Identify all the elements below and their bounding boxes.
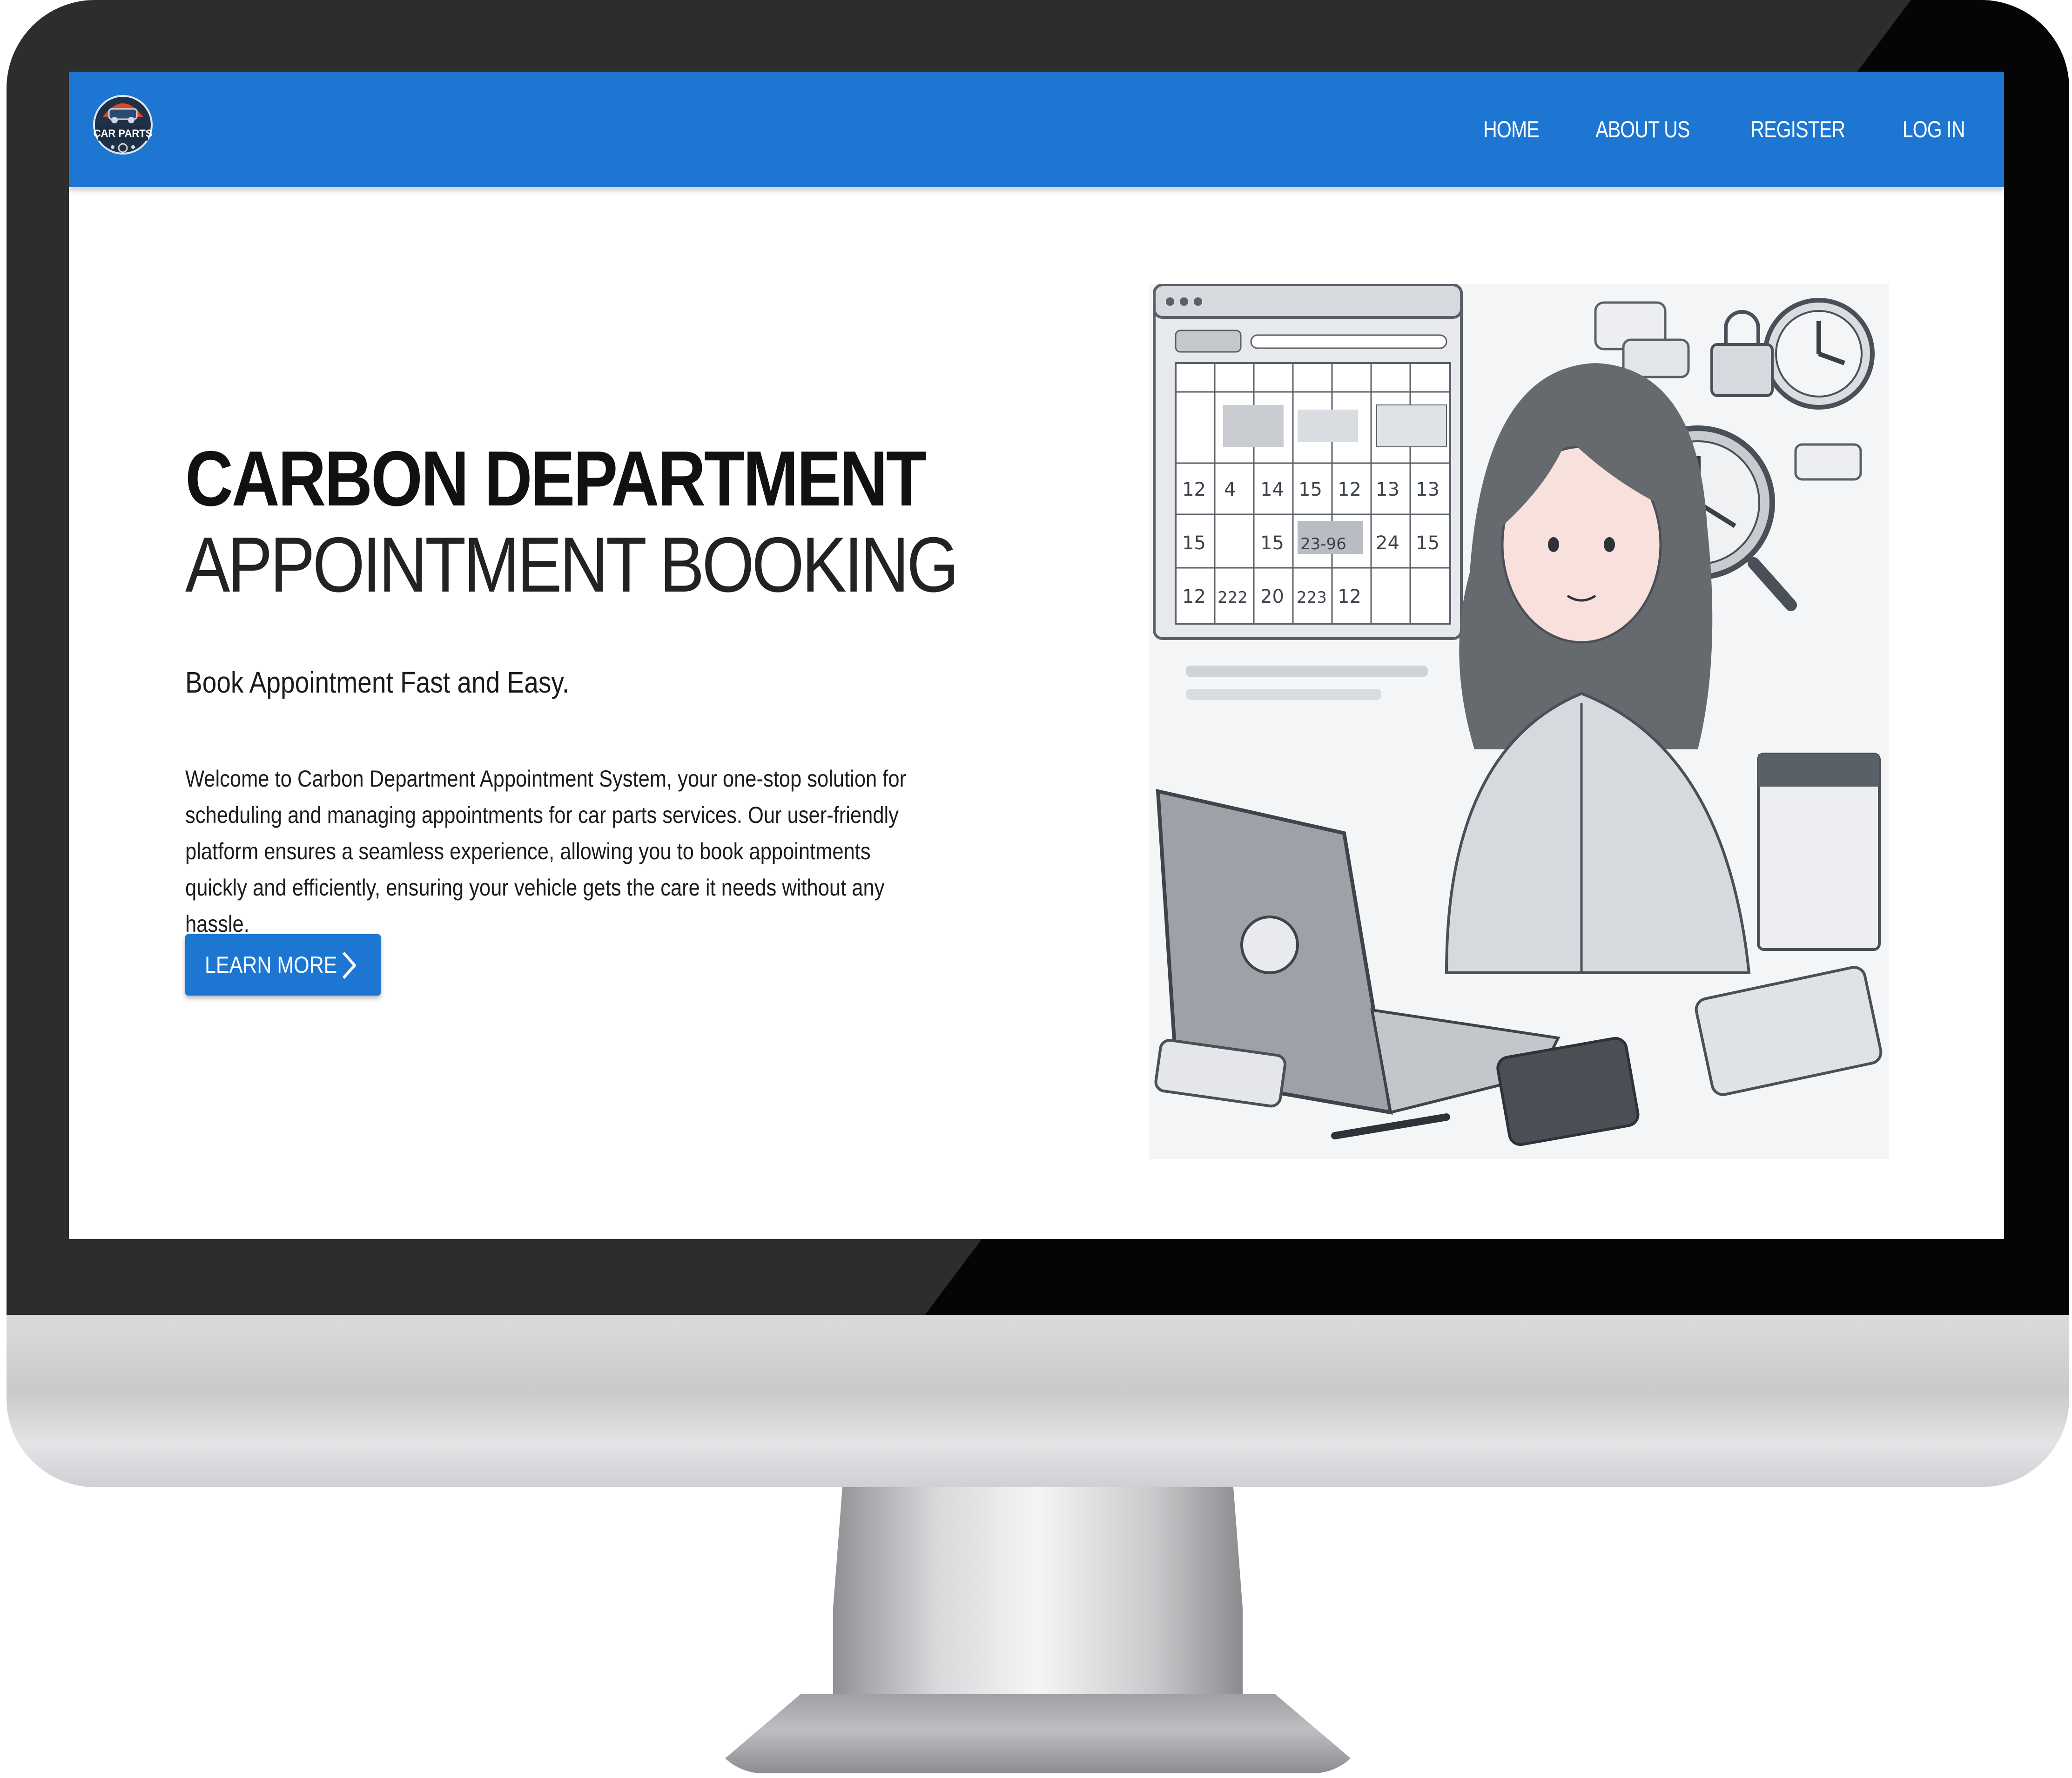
nav-register[interactable]: REGISTER bbox=[1750, 116, 1845, 143]
monitor-stand-neck bbox=[833, 1487, 1243, 1729]
hero-title-line1: CARBON DEPARTMENT bbox=[185, 435, 927, 522]
cal-cell: 14 bbox=[1260, 479, 1284, 500]
cal-cell: 15 bbox=[1298, 479, 1322, 500]
calendar-window-illustration: 12 4 14 15 12 13 13 15 15 23-96 24 15 12… bbox=[1153, 283, 1463, 700]
cal-cell: 23-96 bbox=[1300, 535, 1346, 553]
cal-cell: 12 bbox=[1338, 479, 1361, 500]
cal-cell: 15 bbox=[1260, 532, 1284, 554]
cal-cell: 15 bbox=[1182, 532, 1206, 554]
cal-cell: 12 bbox=[1338, 586, 1361, 607]
logo-text: CAR PARTS bbox=[94, 128, 153, 139]
cal-cell: 13 bbox=[1376, 479, 1399, 500]
cal-cell: 12 bbox=[1182, 479, 1206, 500]
screen: CAR PARTS HOME ABOUT US REGISTER LOG IN … bbox=[69, 72, 2004, 1239]
learn-more-button[interactable]: LEARN MORE bbox=[185, 934, 381, 996]
cal-cell: 15 bbox=[1416, 532, 1440, 554]
chevron-right-icon bbox=[342, 952, 356, 979]
cal-cell: 24 bbox=[1376, 532, 1399, 554]
desk-calendar-illustration bbox=[1757, 753, 1881, 951]
cal-cell: 13 bbox=[1416, 479, 1440, 500]
clock-icon bbox=[1763, 298, 1875, 410]
monitor-chin bbox=[7, 1315, 2069, 1487]
nav-links: HOME ABOUT US REGISTER LOG IN bbox=[1477, 72, 1971, 187]
hero-tagline: Book Appointment Fast and Easy. bbox=[185, 666, 570, 699]
cal-cell: 222 bbox=[1218, 588, 1248, 607]
cal-cell: 223 bbox=[1297, 588, 1327, 607]
car-parts-logo[interactable]: CAR PARTS bbox=[92, 85, 154, 163]
cal-cell: 20 bbox=[1260, 586, 1284, 607]
cal-cell: 4 bbox=[1224, 479, 1236, 500]
nav-log-in[interactable]: LOG IN bbox=[1902, 116, 1965, 143]
monitor-stand-base bbox=[707, 1694, 1368, 1773]
nav-home[interactable]: HOME bbox=[1483, 116, 1540, 143]
hero-title-line2: APPOINTMENT BOOKING bbox=[185, 521, 959, 608]
cal-cell: 12 bbox=[1182, 586, 1206, 607]
hero-description: Welcome to Carbon Department Appointment… bbox=[185, 766, 907, 937]
learn-more-label: LEARN MORE bbox=[205, 952, 337, 978]
hero-illustration: 12 4 14 15 12 13 13 15 15 23-96 24 15 12… bbox=[1149, 283, 1889, 1159]
navbar: CAR PARTS HOME ABOUT US REGISTER LOG IN bbox=[69, 72, 2004, 187]
nav-about-us[interactable]: ABOUT US bbox=[1595, 116, 1690, 143]
